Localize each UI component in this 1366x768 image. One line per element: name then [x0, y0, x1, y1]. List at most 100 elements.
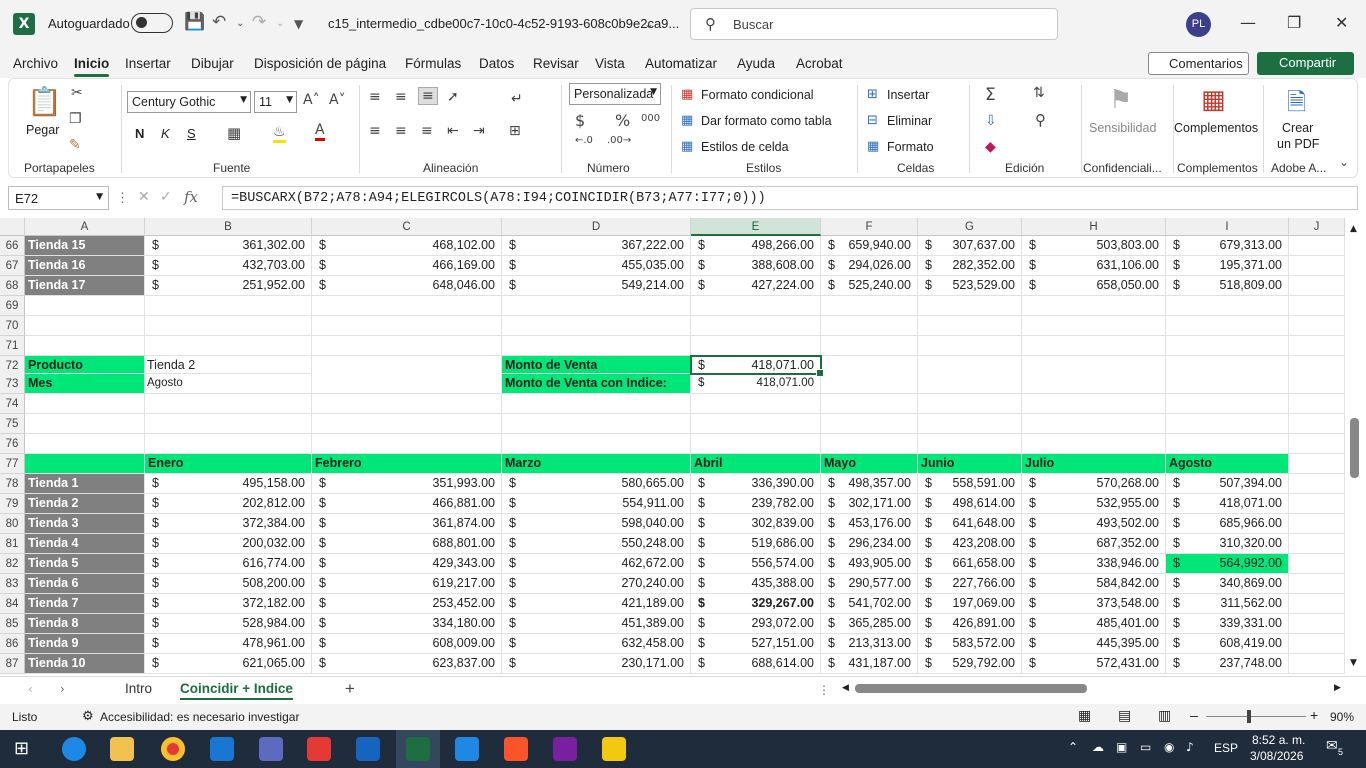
m365-icon[interactable] [553, 737, 577, 761]
sales-cell[interactable]: $296,234.00 [821, 534, 918, 554]
sales-cell[interactable]: $493,502.00 [1022, 514, 1166, 534]
sales-cell[interactable]: $550,248.00 [502, 534, 691, 554]
decrease-indent-icon[interactable]: ⇤ [447, 123, 459, 139]
empty-cell[interactable] [502, 434, 691, 454]
name-box[interactable]: E72 ▼ [8, 186, 109, 210]
teams-icon[interactable] [259, 737, 283, 761]
clock-time[interactable]: 8:52 a. m. [1252, 733, 1305, 747]
empty-cell[interactable] [1289, 356, 1345, 394]
add-sheet-icon[interactable]: + [345, 679, 355, 699]
next-sheet-icon[interactable]: › [60, 682, 65, 696]
empty-cell[interactable] [502, 316, 691, 336]
empty-cell[interactable] [821, 356, 918, 394]
language-indicator[interactable]: ESP [1214, 741, 1238, 755]
sales-cell[interactable]: $659,940.00 [821, 236, 918, 256]
increase-font-icon[interactable]: A˄ [303, 92, 320, 108]
delete-cells-button[interactable]: Eliminar [887, 114, 932, 128]
wifi-icon[interactable]: ◉ [1164, 740, 1174, 754]
merge-center-icon[interactable]: ⊞ [509, 123, 521, 139]
empty-cell[interactable] [1289, 434, 1345, 454]
empty-cell[interactable] [25, 414, 145, 434]
sales-cell[interactable]: $631,106.00 [1022, 256, 1166, 276]
row-header[interactable]: 80 [0, 514, 25, 534]
store-name-cell[interactable]: Tienda 15 [25, 236, 145, 256]
sales-cell[interactable]: $554,911.00 [502, 494, 691, 514]
menu-ayuda[interactable]: Ayuda [737, 56, 775, 71]
sales-cell[interactable]: $572,431.00 [1022, 654, 1166, 674]
cancel-icon[interactable]: ✕ [138, 189, 150, 205]
sales-cell[interactable]: $498,357.00 [821, 474, 918, 494]
sales-cell[interactable]: $239,782.00 [691, 494, 821, 514]
empty-cell[interactable] [1289, 414, 1345, 434]
increase-decimal-icon[interactable]: ←.0 [575, 135, 593, 146]
normal-view-icon[interactable]: ▦ [1078, 708, 1091, 724]
align-right-icon[interactable]: ≡ [421, 123, 433, 139]
scroll-right-icon[interactable]: ▶ [1334, 683, 1341, 693]
excel-taskbar-icon[interactable] [406, 737, 430, 761]
delete-cells-icon[interactable]: ⊟ [867, 113, 878, 128]
conditional-format-icon[interactable]: ▦ [681, 87, 693, 102]
empty-cell[interactable] [145, 336, 312, 356]
sales-cell[interactable]: $661,658.00 [918, 554, 1022, 574]
empty-cell[interactable] [1022, 296, 1166, 316]
sales-cell[interactable]: $621,065.00 [145, 654, 312, 674]
empty-cell[interactable] [1289, 574, 1345, 594]
align-top-icon[interactable]: ≡ [369, 89, 381, 105]
sales-cell[interactable]: $616,774.00 [145, 554, 312, 574]
sales-cell[interactable]: $658,050.00 [1022, 276, 1166, 296]
zoom-slider[interactable] [1206, 716, 1306, 717]
sales-cell[interactable]: $619,217.00 [312, 574, 502, 594]
empty-cell[interactable] [502, 414, 691, 434]
fill-icon[interactable]: ⇩ [985, 113, 997, 129]
column-header-d[interactable]: D [502, 218, 691, 236]
sales-cell[interactable]: $372,182.00 [145, 594, 312, 614]
store-name-cell[interactable]: Tienda 8 [25, 614, 145, 634]
spreadsheet-grid[interactable]: A B C D E F G H I J 66 Tienda 15 $361,302.00 $468,102… [0, 218, 1345, 674]
sales-cell[interactable]: $351,993.00 [312, 474, 502, 494]
redo-dropdown-icon[interactable]: ⌄ [276, 18, 284, 29]
font-color-icon[interactable]: A [315, 122, 325, 141]
menu-insertar[interactable]: Insertar [125, 56, 171, 71]
empty-cell[interactable] [1166, 336, 1289, 356]
format-painter-icon[interactable]: ✎ [69, 137, 81, 153]
empty-cell[interactable] [25, 296, 145, 316]
clear-icon[interactable]: ◆ [985, 139, 996, 155]
decrease-font-icon[interactable]: A˅ [329, 92, 346, 108]
sales-cell[interactable]: $302,839.00 [691, 514, 821, 534]
monitor-icon[interactable]: ▣ [1116, 740, 1127, 754]
row-header[interactable]: 68 [0, 276, 25, 296]
month-header[interactable]: Abril [691, 454, 821, 474]
empty-cell[interactable] [1289, 634, 1345, 654]
sales-cell[interactable]: $688,614.00 [691, 654, 821, 674]
row-header[interactable]: 74 [0, 394, 25, 414]
empty-cell[interactable] [1289, 296, 1345, 316]
empty-cell[interactable] [1166, 414, 1289, 434]
empty-cell[interactable] [1289, 534, 1345, 554]
vertical-scroll-thumb[interactable] [1350, 418, 1359, 478]
empty-cell[interactable] [918, 296, 1022, 316]
empty-cell[interactable] [691, 336, 821, 356]
chrome-icon[interactable] [161, 737, 185, 761]
vscode-icon[interactable] [455, 737, 479, 761]
column-header-e[interactable]: E [691, 218, 821, 236]
sales-cell[interactable]: $427,224.00 [691, 276, 821, 296]
volume-icon[interactable]: ♪ [1186, 740, 1194, 754]
sales-cell[interactable]: $302,171.00 [821, 494, 918, 514]
row-header[interactable]: 79 [0, 494, 25, 514]
row-header[interactable]: 82 [0, 554, 25, 574]
row-header[interactable]: 86 [0, 634, 25, 654]
store-name-cell[interactable]: Tienda 6 [25, 574, 145, 594]
align-middle-icon[interactable]: ≡ [395, 89, 407, 105]
sales-cell[interactable]: $648,046.00 [312, 276, 502, 296]
menu-acrobat[interactable]: Acrobat [796, 56, 843, 71]
sales-cell[interactable]: $432,703.00 [145, 256, 312, 276]
redo-icon[interactable]: ↷ [252, 12, 266, 32]
monto-indice-label[interactable]: Monto de Venta con Indice: [502, 374, 691, 394]
store-name-cell[interactable]: Tienda 16 [25, 256, 145, 276]
undo-dropdown-icon[interactable]: ⌄ [236, 18, 244, 29]
prev-sheet-icon[interactable]: ‹ [28, 682, 33, 696]
empty-cell[interactable] [502, 296, 691, 316]
empty-cell[interactable] [1022, 336, 1166, 356]
sales-cell[interactable]: $195,371.00 [1166, 256, 1289, 276]
sales-cell[interactable]: $485,401.00 [1022, 614, 1166, 634]
